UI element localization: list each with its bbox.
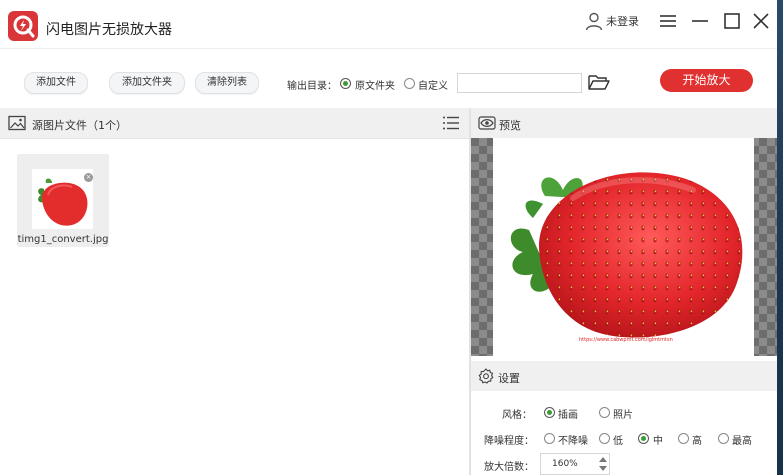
source-file-list[interactable]: × timg1_convert.jpg	[0, 139, 469, 475]
app-window: 闪电图片无损放大器 未登录 添加文件 添加文件夹 清除列表 输出目录： 原文件夹…	[0, 0, 777, 475]
gear-icon	[478, 368, 494, 384]
radio-original-folder-label: 原文件夹	[355, 81, 395, 92]
app-logo-icon	[8, 11, 38, 41]
add-folder-button[interactable]: 添加文件夹	[109, 72, 185, 94]
minimize-icon[interactable]	[689, 10, 711, 32]
radio-denoise-highest[interactable]	[718, 433, 729, 444]
radio-original-folder[interactable]	[340, 78, 351, 89]
radio-denoise-high-label: 高	[692, 436, 702, 447]
settings-title: 设置	[498, 372, 520, 385]
preview-watermark: https://www.cabwpmt.com/lglmtmtsn	[579, 337, 673, 343]
menu-icon[interactable]	[657, 10, 679, 32]
settings-header: 设置	[471, 361, 777, 391]
start-upscale-button[interactable]: 开始放大	[660, 69, 753, 92]
radio-denoise-medium[interactable]	[638, 433, 649, 444]
app-title: 闪电图片无损放大器	[46, 22, 172, 38]
preview-header: 预览	[471, 108, 777, 138]
radio-denoise-none-label: 不降噪	[558, 436, 588, 447]
close-icon[interactable]	[750, 10, 772, 32]
scale-value: 160%	[552, 459, 578, 469]
radio-style-illustration-label: 插画	[558, 410, 578, 421]
radio-denoise-low-label: 低	[613, 436, 623, 447]
radio-denoise-low[interactable]	[599, 433, 610, 444]
denoise-label: 降噪程度：	[484, 436, 534, 447]
login-button[interactable]: 未登录	[584, 11, 639, 31]
radio-style-illustration[interactable]	[544, 407, 555, 418]
output-dir-label: 输出目录：	[287, 81, 337, 92]
scale-stepper[interactable]: 160%	[540, 453, 610, 475]
clear-list-button[interactable]: 清除列表	[195, 72, 259, 94]
scale-up-icon[interactable]	[599, 457, 607, 462]
eye-icon	[478, 116, 496, 130]
scale-down-icon[interactable]	[599, 466, 607, 471]
source-files-title: 源图片文件（1个）	[32, 119, 127, 132]
user-icon	[585, 12, 603, 31]
style-label: 风格：	[502, 410, 532, 421]
radio-style-photo-label: 照片	[613, 410, 633, 421]
file-item[interactable]: × timg1_convert.jpg	[17, 154, 109, 247]
radio-style-photo[interactable]	[599, 407, 610, 418]
strawberry-preview-image	[510, 172, 743, 338]
scale-label: 放大倍数：	[484, 462, 534, 473]
radio-custom-folder[interactable]	[404, 78, 415, 89]
login-label: 未登录	[606, 15, 639, 28]
preview-image: https://www.cabwpmt.com/lglmtmtsn	[493, 138, 754, 356]
settings-body: 风格： 插画 照片 降噪程度： 不降噪 低 中 高 最高 放大倍数： 160%	[471, 391, 777, 475]
radio-custom-folder-label: 自定义	[418, 81, 448, 92]
output-path-input[interactable]	[457, 73, 582, 93]
file-name: timg1_convert.jpg	[17, 234, 109, 245]
radio-denoise-highest-label: 最高	[732, 436, 752, 447]
preview-title: 预览	[499, 119, 521, 132]
list-icon[interactable]	[442, 115, 460, 131]
toolbar: 添加文件 添加文件夹 清除列表 输出目录： 原文件夹 自定义 开始放大	[0, 48, 777, 109]
preview-area: https://www.cabwpmt.com/lglmtmtsn	[471, 138, 777, 356]
image-icon	[8, 115, 26, 131]
source-files-header: 源图片文件（1个）	[0, 108, 469, 139]
remove-file-icon[interactable]: ×	[84, 173, 93, 182]
maximize-icon[interactable]	[721, 10, 743, 32]
add-file-button[interactable]: 添加文件	[24, 72, 88, 94]
radio-denoise-high[interactable]	[678, 433, 689, 444]
radio-denoise-medium-label: 中	[653, 436, 663, 447]
folder-open-icon[interactable]	[588, 73, 610, 91]
desktop-background	[777, 0, 783, 475]
title-bar: 闪电图片无损放大器 未登录	[0, 0, 777, 48]
radio-denoise-none[interactable]	[544, 433, 555, 444]
